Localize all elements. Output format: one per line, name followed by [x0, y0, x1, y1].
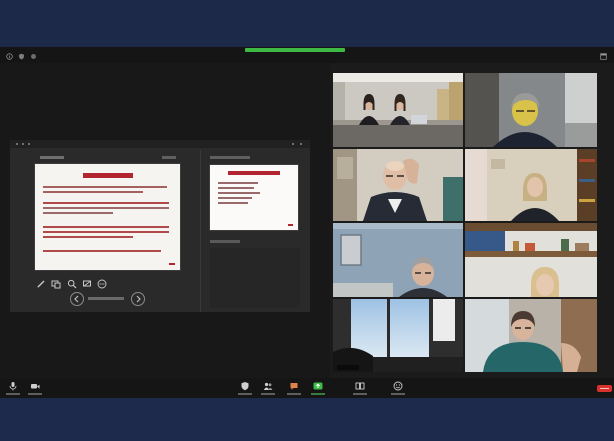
- participants-label: [261, 393, 275, 395]
- pen-icon[interactable]: [36, 279, 46, 289]
- slide-text-line: [43, 202, 169, 204]
- see-all-slides-icon[interactable]: [51, 279, 61, 289]
- next-slide-button[interactable]: [131, 292, 145, 306]
- next-slide-text-line: [218, 192, 260, 194]
- title-bar-dot: [16, 143, 18, 145]
- end-meeting-icon: [600, 388, 609, 389]
- next-slide-label: [210, 156, 250, 159]
- participants-icon[interactable]: [263, 381, 273, 391]
- previous-slide-icon: [74, 295, 79, 303]
- next-slide-text-line: [218, 202, 248, 204]
- slide-number: [169, 263, 175, 265]
- end-meeting-button[interactable]: [597, 385, 612, 392]
- meeting-window: [0, 47, 614, 398]
- participant-video-tile[interactable]: [465, 73, 597, 147]
- security-icon[interactable]: [240, 381, 250, 391]
- window-control-icon[interactable]: [300, 143, 302, 145]
- record-label: [353, 393, 367, 395]
- participant-video-tile[interactable]: [333, 73, 463, 147]
- recording-icon: [30, 53, 37, 60]
- video-label: [28, 393, 42, 395]
- participant-video-tile[interactable]: [333, 223, 463, 297]
- participant-video-tile[interactable]: [465, 223, 597, 297]
- window-control-icon[interactable]: [292, 143, 294, 145]
- next-slide-number: [288, 224, 293, 226]
- next-slide-icon: [136, 295, 141, 303]
- next-slide-text-line: [218, 197, 252, 199]
- participant-video-tile[interactable]: [333, 299, 463, 372]
- video-feed: [333, 299, 463, 372]
- participant-name-label: [337, 365, 359, 370]
- next-slide-text-line: [218, 182, 258, 184]
- microphone-icon[interactable]: [8, 381, 18, 391]
- slide-text-line: [43, 226, 169, 228]
- video-feed: [333, 149, 463, 221]
- next-slide-preview[interactable]: [210, 165, 298, 230]
- video-feed: [333, 223, 463, 297]
- presenter-view-window: [10, 140, 310, 312]
- slide-counter: [88, 297, 124, 300]
- security-label: [238, 393, 252, 395]
- slide-text-line: [43, 186, 167, 188]
- meeting-toolbar: [0, 378, 614, 398]
- reactions-icon[interactable]: [393, 381, 403, 391]
- video-feed: [465, 73, 597, 147]
- view-options-icon[interactable]: [600, 53, 607, 60]
- security-shield-icon[interactable]: [18, 53, 25, 60]
- slide-title: [83, 173, 133, 178]
- participant-video-tile[interactable]: [333, 149, 463, 221]
- video-feed: [465, 149, 597, 221]
- title-bar-dot: [22, 143, 24, 145]
- black-screen-icon[interactable]: [82, 279, 92, 289]
- title-bar-dot: [28, 143, 30, 145]
- chat-icon[interactable]: [289, 381, 299, 391]
- panel-divider[interactable]: [200, 150, 201, 312]
- next-slide-text-line: [218, 187, 254, 189]
- share-screen-icon[interactable]: [313, 381, 323, 391]
- mute-label: [6, 393, 20, 395]
- current-slide: [35, 164, 180, 270]
- record-icon[interactable]: [355, 381, 365, 391]
- timer-readout: [40, 156, 64, 159]
- video-feed: [333, 73, 463, 147]
- participant-video-tile[interactable]: [465, 149, 597, 221]
- slide-text-line: [43, 212, 113, 214]
- meeting-top-bar: [0, 47, 614, 63]
- clock-readout: [162, 156, 176, 159]
- reactions-label: [391, 393, 405, 395]
- slide-text-line: [43, 236, 133, 238]
- top-frame-band: [0, 0, 614, 47]
- video-feed: [465, 223, 597, 297]
- screen-share-banner[interactable]: [245, 48, 345, 52]
- previous-slide-button[interactable]: [70, 292, 84, 306]
- participant-video-tile[interactable]: [465, 299, 597, 372]
- presenter-title-bar: [10, 140, 310, 148]
- next-slide-title: [228, 171, 280, 175]
- speaker-notes-area[interactable]: [210, 248, 300, 308]
- slide-text-line: [43, 231, 169, 233]
- slide-text-line: [43, 207, 169, 209]
- video-camera-icon[interactable]: [30, 381, 40, 391]
- video-feed: [465, 299, 597, 372]
- more-options-icon[interactable]: [97, 279, 107, 289]
- share-screen-label: [311, 393, 325, 395]
- bottom-frame-band: [0, 398, 614, 441]
- meeting-info-icon[interactable]: [6, 53, 13, 60]
- slide-text-line: [43, 191, 143, 193]
- zoom-icon[interactable]: [67, 279, 77, 289]
- notes-label: [210, 240, 240, 243]
- person-silhouette: [531, 267, 559, 297]
- shared-screen-area: [0, 63, 330, 378]
- chat-label: [287, 393, 301, 395]
- slide-text-line: [43, 250, 161, 252]
